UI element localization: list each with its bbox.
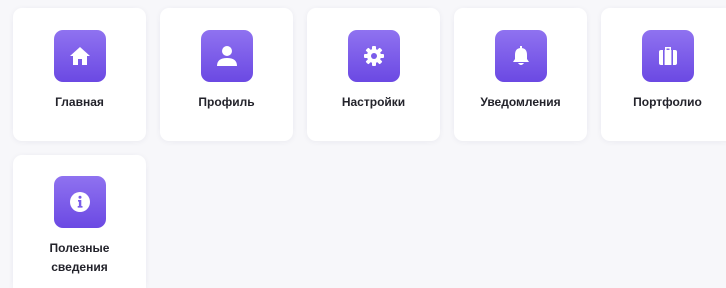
menu-tile-useful-info[interactable]: Полезные сведения — [13, 155, 146, 288]
menu-tile-label-line: Полезные — [49, 241, 110, 255]
menu-tile-label: Настройки — [341, 95, 406, 109]
menu-tile-label-line: сведения — [51, 260, 108, 274]
menu-tile-profile[interactable]: Профиль — [160, 8, 293, 141]
menu-tile-label: Главная — [55, 95, 104, 109]
info-icon — [54, 176, 106, 228]
briefcase-icon — [642, 30, 694, 82]
menu-tile-label: Полезные сведения — [13, 239, 146, 277]
menu-tile-label: Профиль — [198, 95, 255, 109]
menu-tile-label: Уведомления — [480, 95, 561, 109]
user-icon — [201, 30, 253, 82]
menu-tile-home[interactable]: Главная — [13, 8, 146, 141]
menu-tile-settings[interactable]: Настройки — [307, 8, 440, 141]
gear-icon — [348, 30, 400, 82]
menu-grid: Главная Профиль Настройки Уведомления По… — [0, 0, 726, 288]
menu-tile-notifications[interactable]: Уведомления — [454, 8, 587, 141]
home-icon — [54, 30, 106, 82]
menu-tile-portfolio[interactable]: Портфолио — [601, 8, 726, 141]
menu-tile-label: Портфолио — [633, 95, 702, 109]
bell-icon — [495, 30, 547, 82]
